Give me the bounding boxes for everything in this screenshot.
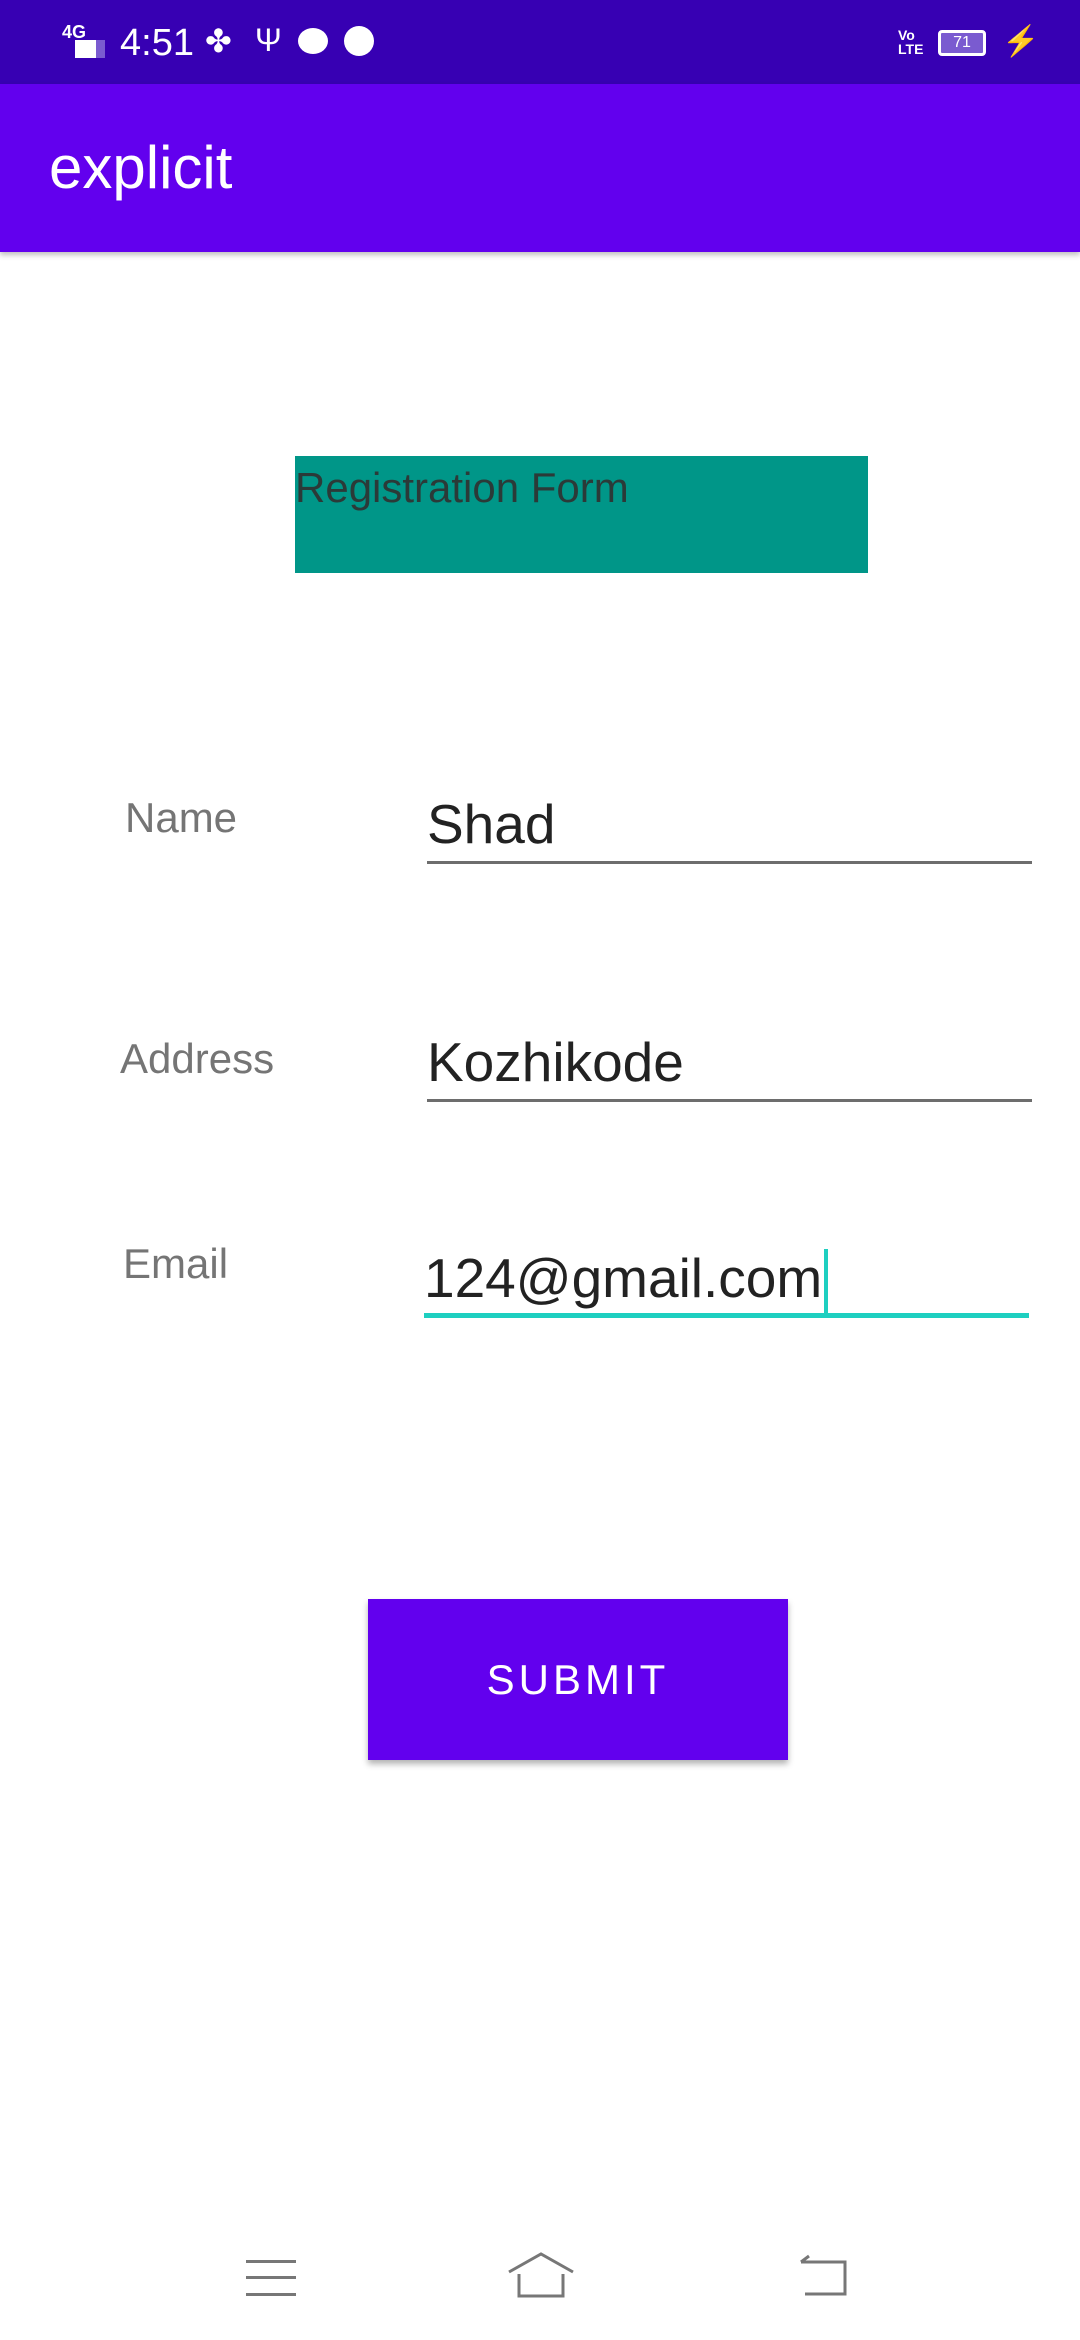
email-label: Email: [123, 1240, 229, 1287]
text-cursor: [824, 1249, 829, 1316]
speedometer-icon: [344, 26, 374, 56]
status-bar: 4G 4:51 ✤ Ψ Vo LTE 71 ⚡: [0, 0, 1080, 84]
menu-icon[interactable]: [246, 2260, 296, 2296]
battery-level: 71: [953, 34, 971, 51]
address-label: Address: [120, 1035, 275, 1082]
name-field[interactable]: Shad: [427, 794, 1032, 864]
name-label: Name: [125, 794, 238, 841]
back-icon[interactable]: [795, 2252, 851, 2298]
address-value: Kozhikode: [427, 1031, 684, 1093]
address-field[interactable]: Kozhikode: [427, 1032, 1032, 1102]
battery-icon: 71: [938, 30, 986, 56]
usb-icon: Ψ: [255, 22, 282, 58]
name-value: Shad: [427, 793, 556, 855]
app-title: explicit: [49, 134, 233, 201]
signal-icon: [75, 40, 105, 58]
message-icon: [298, 28, 328, 54]
charging-icon: ⚡: [1002, 25, 1040, 58]
email-value: 124@gmail.com: [424, 1247, 823, 1309]
volte-icon: Vo LTE: [898, 27, 924, 57]
submit-button[interactable]: SUBMIT: [368, 1599, 788, 1760]
email-field[interactable]: 124@gmail.com: [424, 1248, 1029, 1318]
form-title: Registration Form: [295, 456, 868, 573]
app-bar: explicit: [0, 84, 1080, 252]
home-icon[interactable]: [505, 2250, 577, 2300]
clock: 4:51: [120, 22, 194, 64]
app-notification-icon: ✤: [205, 23, 232, 59]
nav-bar: [0, 2220, 1080, 2340]
